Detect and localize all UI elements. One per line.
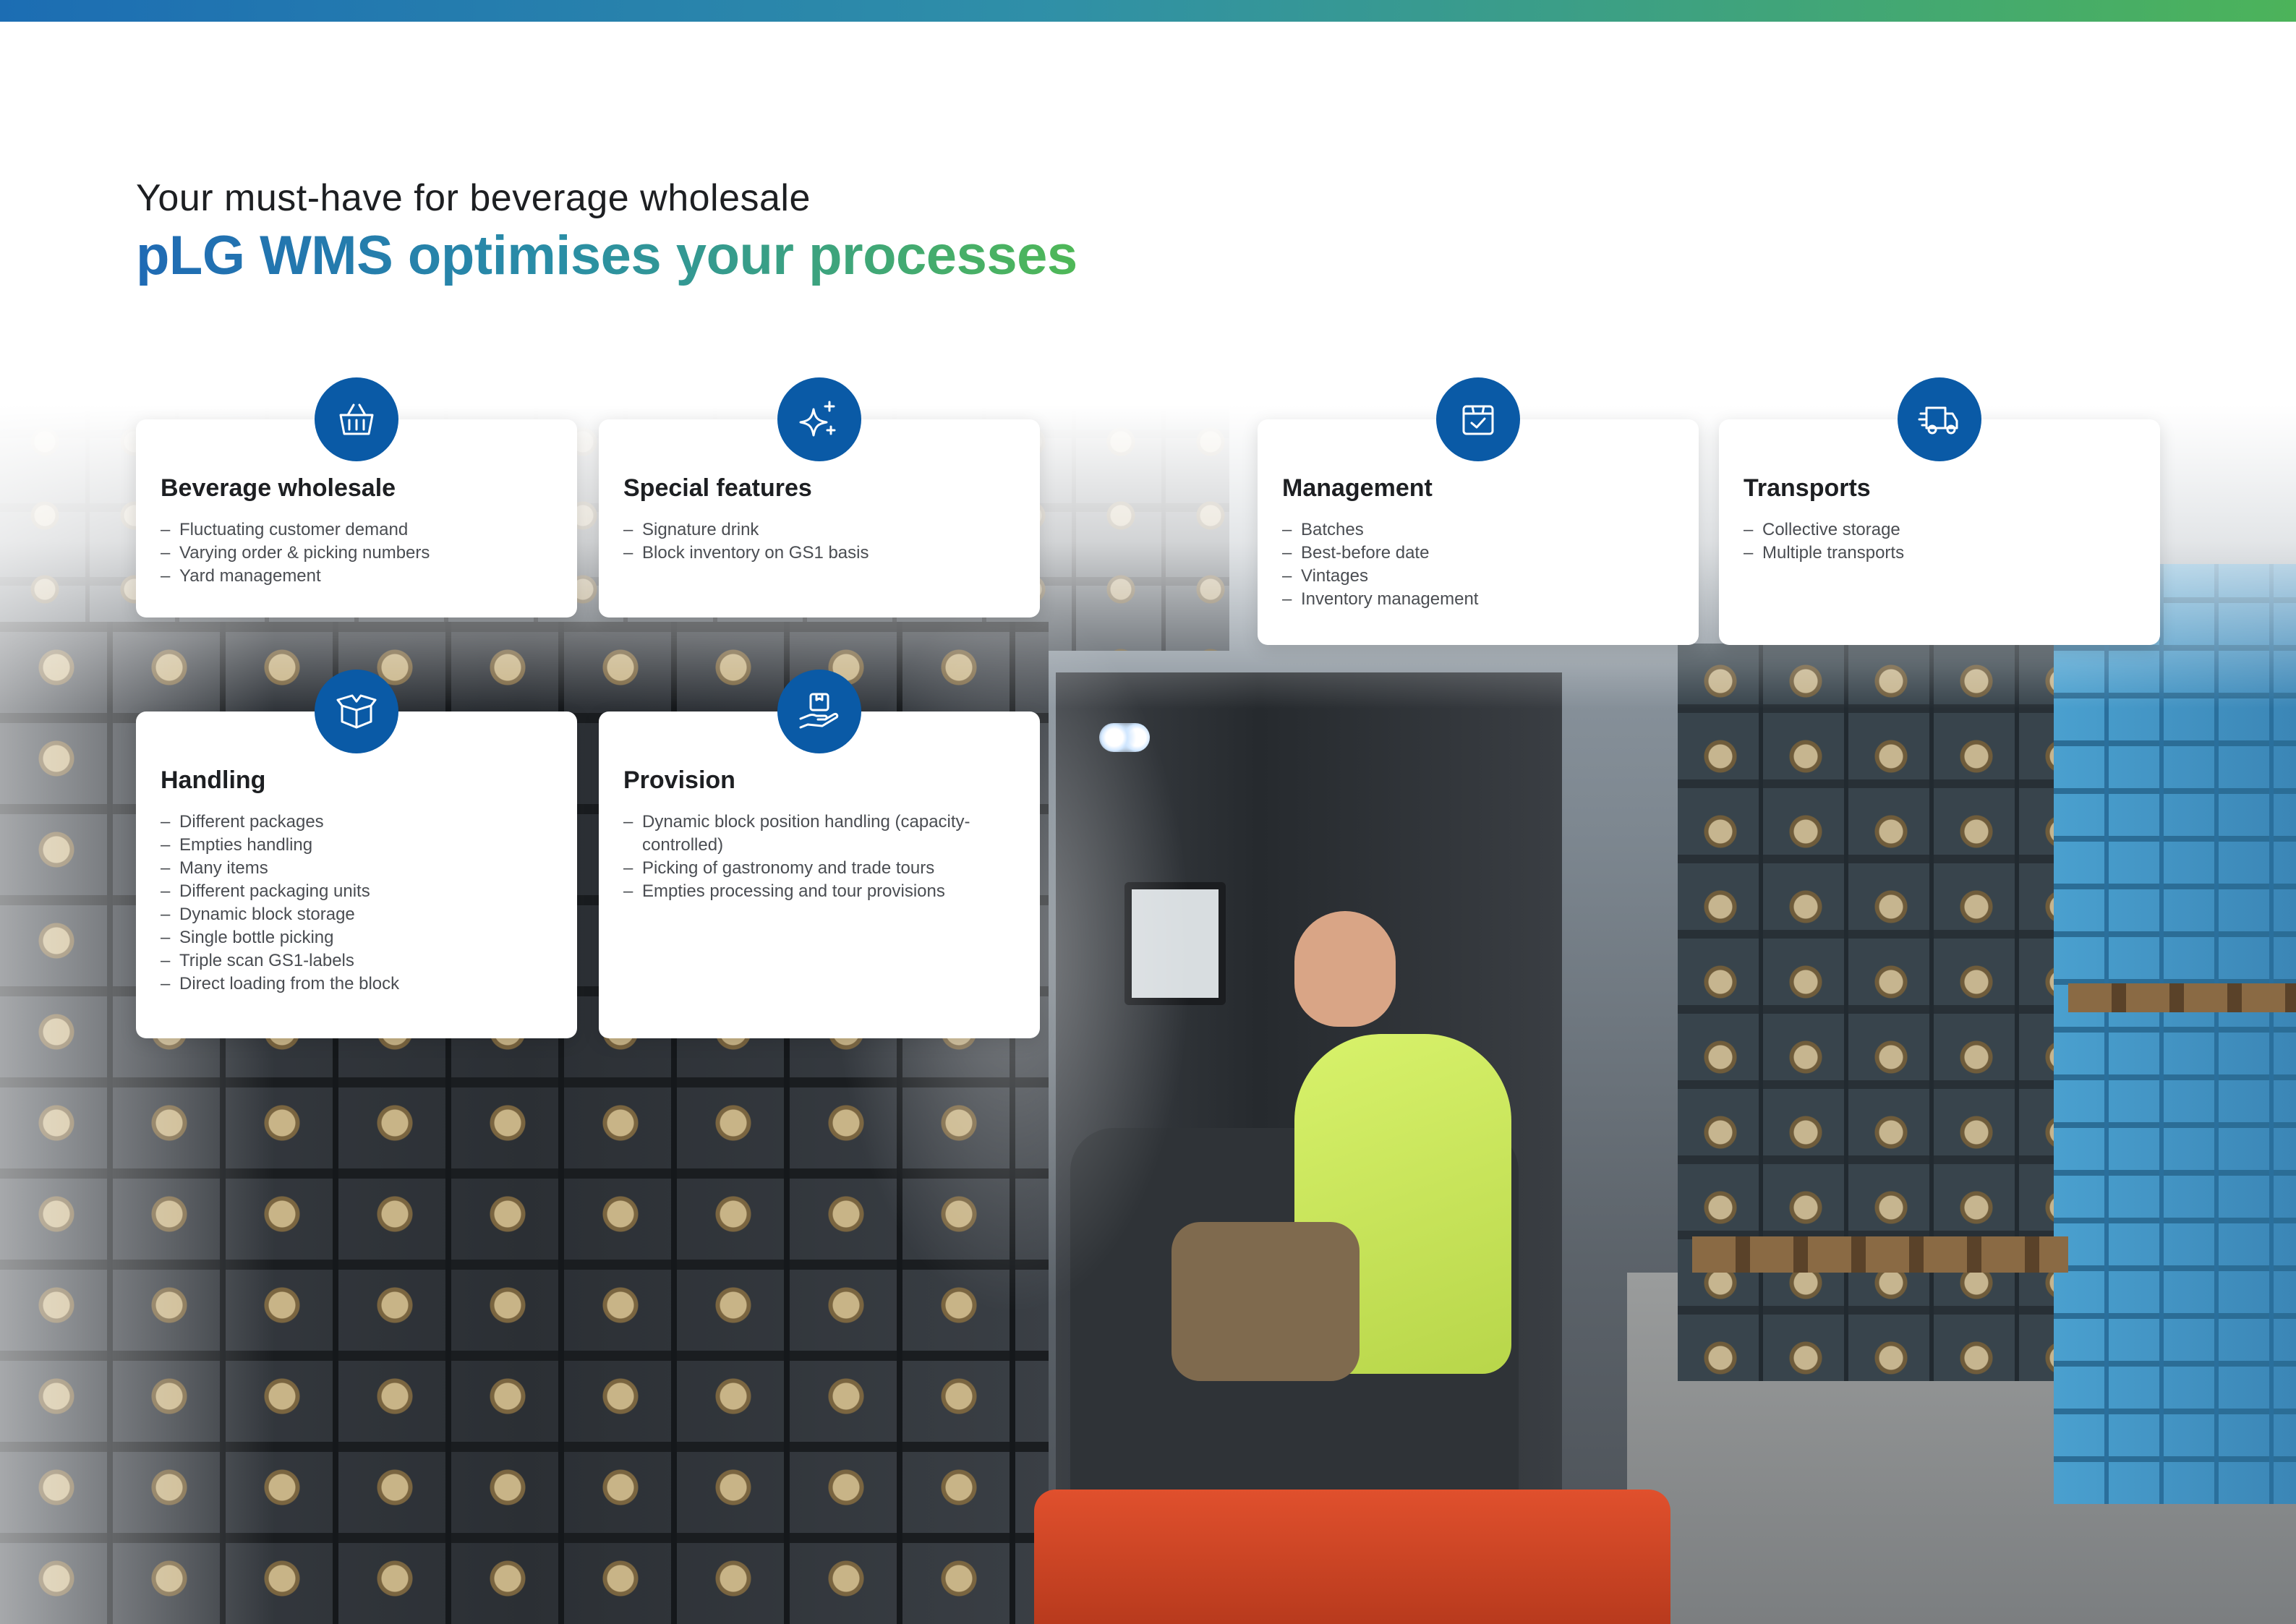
pallet bbox=[1692, 1236, 2068, 1273]
list-item: – Block inventory on GS1 basis bbox=[623, 543, 869, 563]
card-handling: Handling – Different packages – Empties ha… bbox=[136, 670, 577, 1038]
feature-list: – Different packages – Empties handling – M… bbox=[161, 811, 552, 996]
truck-icon bbox=[1898, 377, 1981, 461]
list-item: – Triple scan GS1-labels bbox=[161, 951, 354, 970]
worker-legs bbox=[1172, 1222, 1360, 1381]
list-item: – Single bottle picking bbox=[161, 928, 334, 947]
card-management: Management – Batches – Best-before date – V… bbox=[1258, 377, 1699, 645]
list-item: – Signature drink bbox=[623, 520, 759, 539]
page-title: pLG WMS optimises your processes bbox=[136, 225, 1077, 286]
list-item: – Dynamic block position handling (capaci… bbox=[623, 812, 970, 855]
card-special-features: Special features – Signature drink – Block… bbox=[599, 377, 1040, 617]
list-item: – Multiple transports bbox=[1744, 543, 1905, 563]
card-title: Management bbox=[1282, 474, 1433, 502]
forklift-body bbox=[1034, 1490, 1670, 1624]
card-title: Provision bbox=[623, 766, 735, 794]
list-item: – Vintages bbox=[1282, 566, 1368, 586]
card-provision: Provision – Dynamic block position handli… bbox=[599, 670, 1040, 1038]
feature-list: – Collective storage – Multiple transports bbox=[1744, 518, 2135, 565]
box-check-icon bbox=[1436, 377, 1520, 461]
list-item: – Batches bbox=[1282, 520, 1364, 539]
basket-icon bbox=[315, 377, 398, 461]
list-item: – Many items bbox=[161, 858, 268, 878]
list-item: – Inventory management bbox=[1282, 589, 1479, 609]
sparkles-icon bbox=[777, 377, 861, 461]
list-item: – Fluctuating customer demand bbox=[161, 520, 409, 539]
feature-list: – Fluctuating customer demand – Varying or… bbox=[161, 518, 552, 588]
feature-list: – Dynamic block position handling (capaci… bbox=[623, 811, 1015, 903]
top-gradient-bar bbox=[0, 0, 2296, 22]
list-item: – Empties handling bbox=[161, 835, 313, 855]
list-item: – Different packaging units bbox=[161, 881, 370, 901]
list-item: – Picking of gastronomy and trade tours bbox=[623, 858, 935, 878]
list-item: – Different packages bbox=[161, 812, 324, 832]
list-item: – Best-before date bbox=[1282, 543, 1430, 563]
page-subtitle: Your must-have for beverage wholesale bbox=[136, 177, 811, 219]
open-box-icon bbox=[315, 670, 398, 753]
card-title: Handling bbox=[161, 766, 266, 794]
list-item: – Collective storage bbox=[1744, 520, 1900, 539]
feature-list: – Signature drink – Block inventory on GS1… bbox=[623, 518, 1015, 565]
pallet bbox=[2068, 983, 2296, 1012]
list-item: – Dynamic block storage bbox=[161, 905, 355, 924]
worker-head bbox=[1294, 911, 1396, 1027]
list-item: – Varying order & picking numbers bbox=[161, 543, 430, 563]
card-title: Beverage wholesale bbox=[161, 474, 396, 502]
feature-list: – Batches – Best-before date – Vintages – In… bbox=[1282, 518, 1674, 611]
card-transports: Transports – Collective storage – Multiple… bbox=[1719, 377, 2160, 645]
hand-box-icon bbox=[777, 670, 861, 753]
card-title: Special features bbox=[623, 474, 812, 502]
list-item: – Yard management bbox=[161, 566, 321, 586]
card-title: Transports bbox=[1744, 474, 1871, 502]
list-item: – Empties processing and tour provisions bbox=[623, 881, 945, 901]
card-beverage-wholesale: Beverage wholesale – Fluctuating customer… bbox=[136, 377, 577, 617]
list-item: – Direct loading from the block bbox=[161, 974, 400, 993]
